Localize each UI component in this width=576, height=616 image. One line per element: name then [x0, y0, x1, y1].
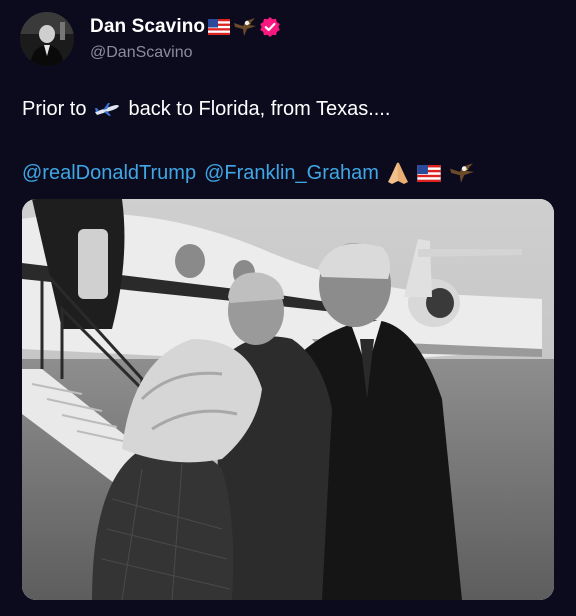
tweet-text: Prior to back to Florida, from Texas....: [22, 96, 390, 122]
display-name[interactable]: Dan Scavino: [90, 16, 205, 38]
avatar[interactable]: [20, 12, 74, 66]
mention-realdonaldtrump[interactable]: @realDonaldTrump: [22, 160, 196, 186]
tweet-text-before: Prior to: [22, 98, 87, 120]
handle[interactable]: @DanScavino: [90, 44, 280, 62]
tweet-header: Dan Scavino @DanScavino: [20, 12, 280, 66]
airplane-icon: [94, 100, 120, 118]
mentions-line: @realDonaldTrump @Franklin_Graham: [22, 160, 475, 186]
us-flag-icon: [208, 19, 231, 35]
praying-hands-icon: [387, 161, 409, 185]
mention-franklin-graham[interactable]: @Franklin_Graham: [204, 160, 379, 186]
verified-badge-icon: [260, 17, 280, 37]
tweet-photo[interactable]: [22, 199, 554, 600]
tweet-text-after: back to Florida, from Texas....: [128, 98, 391, 120]
eagle-icon: [233, 17, 257, 37]
us-flag-icon: [417, 164, 441, 182]
eagle-icon: [449, 161, 475, 185]
